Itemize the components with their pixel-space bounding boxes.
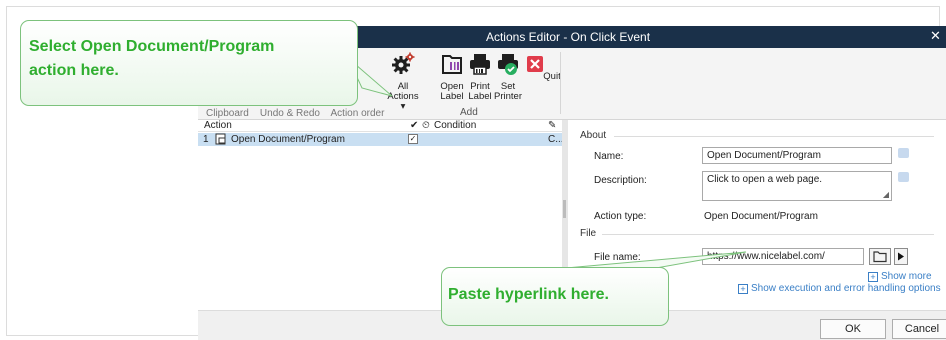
callout-top-line-2: action here. — [29, 62, 119, 79]
callout-paste-hyperlink: Paste hyperlink here. — [441, 267, 669, 326]
callout-bottom-text: Paste hyperlink here. — [448, 286, 609, 303]
callout-top-line-1: Select Open Document/Program — [29, 38, 275, 55]
callout-select-action: Select Open Document/Program action here… — [20, 20, 358, 106]
